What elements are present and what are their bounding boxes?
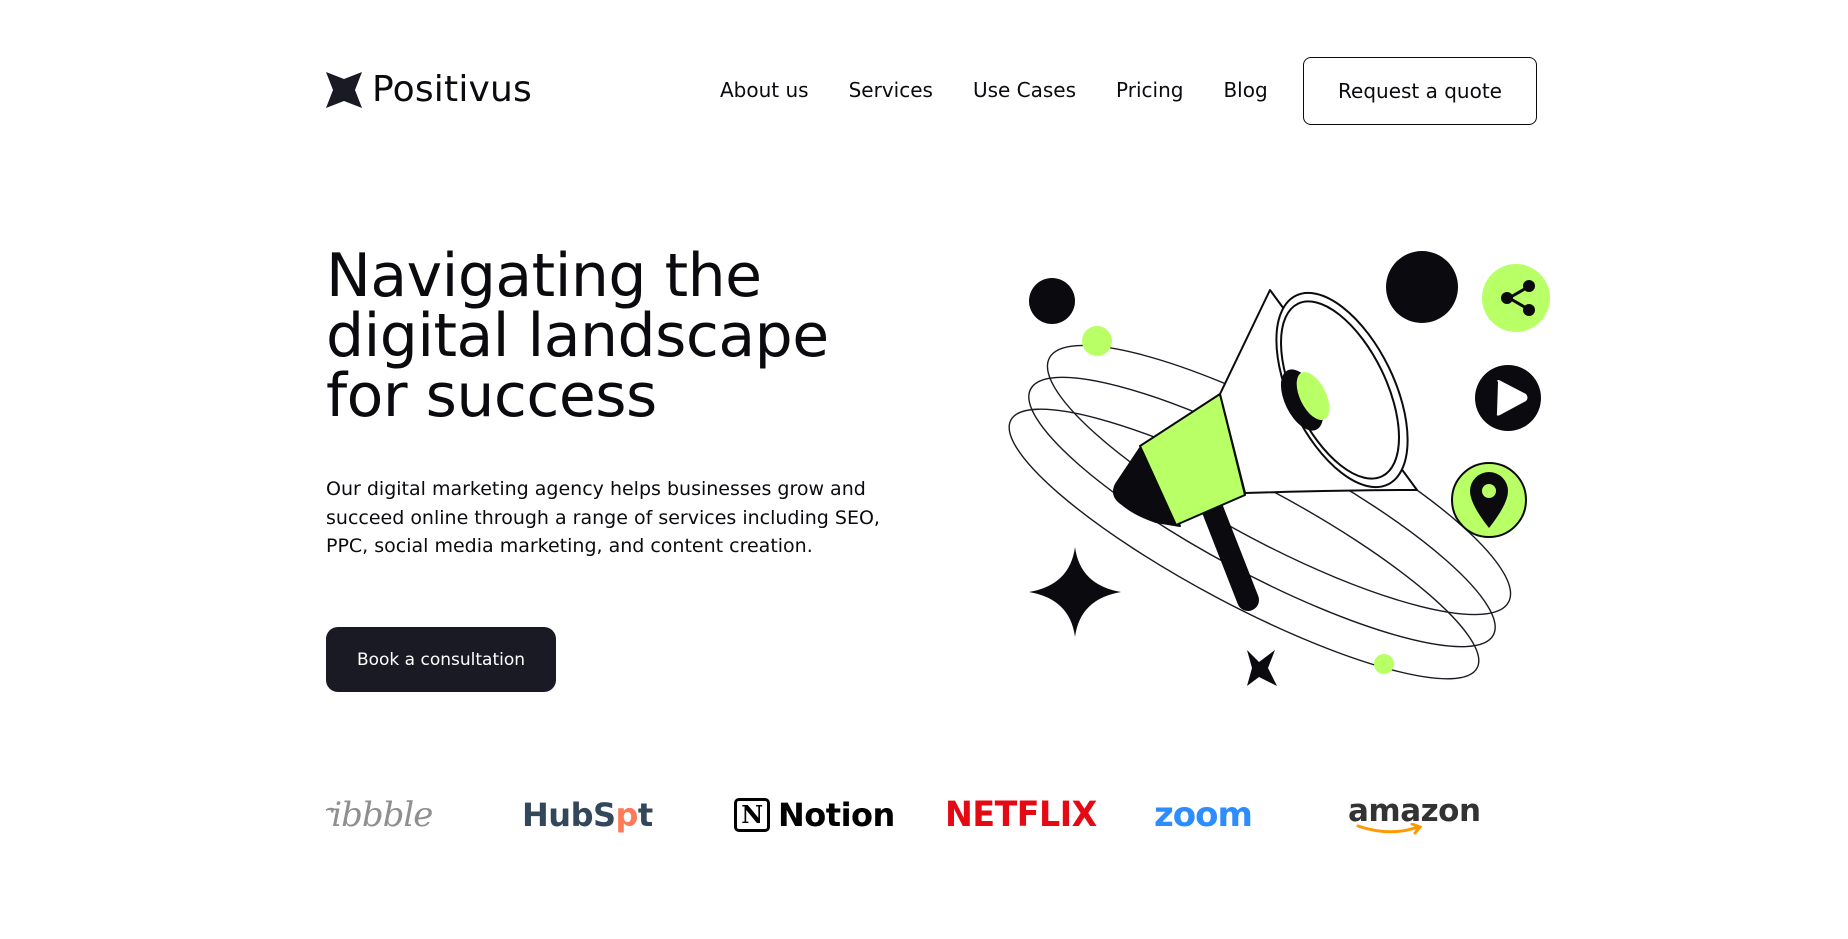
green-dot-bottom bbox=[1374, 654, 1394, 674]
amazon-smile-icon bbox=[1356, 822, 1423, 834]
nav-about-us[interactable]: About us bbox=[720, 78, 809, 102]
nav-services[interactable]: Services bbox=[849, 78, 933, 102]
megaphone-icon bbox=[1113, 289, 1418, 611]
black-dot-small bbox=[1029, 278, 1075, 324]
black-dot-large bbox=[1386, 251, 1458, 323]
page: Positivus About us Services Use Cases Pr… bbox=[0, 0, 1848, 939]
hero-title: Navigating the digital landscape for suc… bbox=[326, 241, 829, 431]
hero-illustration bbox=[980, 240, 1560, 710]
sparkle-star-small-icon bbox=[1247, 650, 1277, 686]
hubspot-text-a: HubS bbox=[522, 796, 616, 834]
nav-pricing[interactable]: Pricing bbox=[1116, 78, 1183, 102]
notion-text: Notion bbox=[778, 796, 895, 834]
site-logo[interactable]: Positivus bbox=[326, 72, 532, 108]
play-icon bbox=[1475, 365, 1541, 431]
sparkle-star-icon bbox=[1029, 547, 1121, 637]
notion-logo: N Notion bbox=[734, 790, 895, 840]
star-logo-icon bbox=[326, 72, 362, 108]
zoom-logo: zoom bbox=[1154, 795, 1253, 835]
book-consultation-button[interactable]: Book a consultation bbox=[326, 627, 556, 692]
request-quote-button[interactable]: Request a quote bbox=[1303, 57, 1537, 125]
green-dot-top bbox=[1082, 326, 1112, 356]
hubspot-text-c: t bbox=[637, 796, 653, 834]
dribbble-logo: ribbble bbox=[326, 795, 433, 835]
hero-description: Our digital marketing agency helps busin… bbox=[326, 478, 880, 557]
netflix-logo: NETFLIX bbox=[945, 795, 1097, 835]
share-icon bbox=[1482, 264, 1550, 332]
logo-text: Positivus bbox=[372, 69, 533, 110]
main-nav: About us Services Use Cases Pricing Blog bbox=[720, 78, 1268, 102]
amazon-logo: amazon bbox=[1348, 790, 1481, 840]
location-pin-icon bbox=[1451, 462, 1527, 538]
notion-mark-icon: N bbox=[734, 798, 770, 832]
client-logos: ribbble HubS p t N Notion NETFLIX zoom ama… bbox=[326, 790, 1536, 840]
hubspot-logo: HubS p t bbox=[522, 790, 653, 840]
nav-blog[interactable]: Blog bbox=[1223, 78, 1267, 102]
hubspot-sprocket-icon: p bbox=[615, 796, 639, 834]
nav-use-cases[interactable]: Use Cases bbox=[973, 78, 1076, 102]
